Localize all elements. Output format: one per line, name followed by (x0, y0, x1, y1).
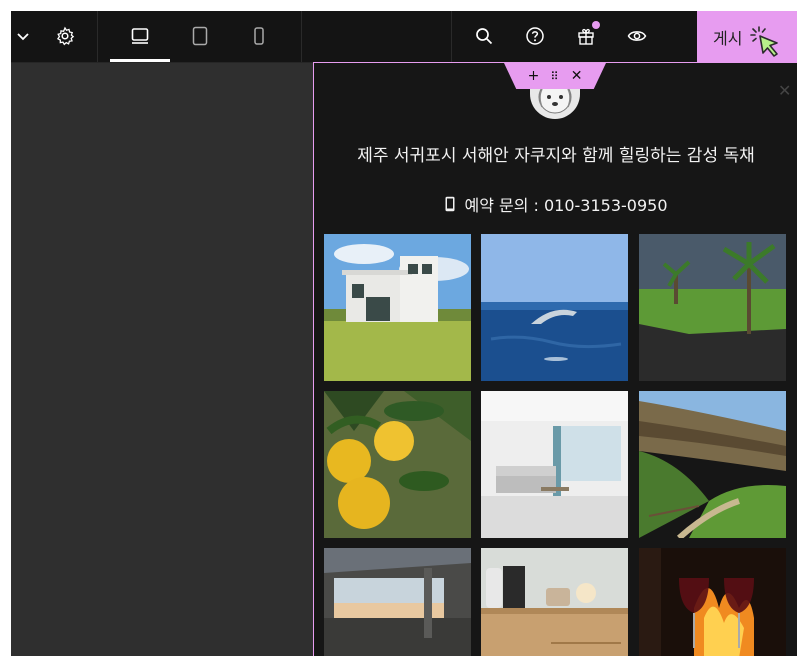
mobile-icon[interactable] (247, 24, 271, 48)
logo-avatar (530, 85, 580, 119)
wine-fire-photo[interactable] (639, 548, 786, 656)
chevron-down-icon[interactable] (11, 24, 35, 48)
house-photo[interactable] (324, 234, 471, 381)
cursor-click-icon (750, 26, 778, 57)
top-toolbar: 게시 (11, 11, 797, 63)
panel-close-icon[interactable]: ✕ (778, 81, 791, 100)
notification-dot (592, 21, 600, 29)
terrace-photo[interactable] (324, 548, 471, 656)
palm-coast-photo[interactable] (639, 234, 786, 381)
cliff-trail-photo[interactable] (639, 391, 786, 538)
section-toolbar-tab: + ⠿ ✕ (504, 63, 606, 89)
active-device-indicator (110, 59, 170, 62)
section-panel[interactable]: ✕ + ⠿ ✕ 제주 서귀포시 서해안 자쿠지와 함께 힐링하는 감성 독채 예… (313, 62, 797, 656)
desktop-icon[interactable] (128, 24, 152, 48)
gear-icon[interactable] (53, 24, 77, 48)
phone-icon (445, 196, 455, 212)
interior-desk-photo[interactable] (481, 548, 628, 656)
editor-frame: 게시 ✕ + ⠿ ✕ 제주 서귀포시 서해안 자쿠지와 함께 힐링하는 감성 독… (11, 11, 797, 656)
close-icon[interactable]: ✕ (571, 68, 583, 84)
publish-label: 게시 (713, 28, 743, 48)
plus-icon[interactable]: + (528, 68, 540, 84)
drag-handle-icon[interactable]: ⠿ (550, 70, 559, 83)
contact-text: 예약 문의 : 010-3153-0950 (464, 196, 668, 215)
eye-icon[interactable] (625, 24, 649, 48)
help-icon[interactable] (523, 24, 547, 48)
living-room-photo[interactable] (481, 391, 628, 538)
page-headline: 제주 서귀포시 서해안 자쿠지와 함께 힐링하는 감성 독채 (357, 146, 755, 166)
search-icon[interactable] (472, 24, 496, 48)
contact-line: 예약 문의 : 010-3153-0950 (314, 192, 797, 216)
dolphin-photo[interactable] (481, 234, 628, 381)
tablet-icon[interactable] (188, 24, 212, 48)
tangerine-photo[interactable] (324, 391, 471, 538)
